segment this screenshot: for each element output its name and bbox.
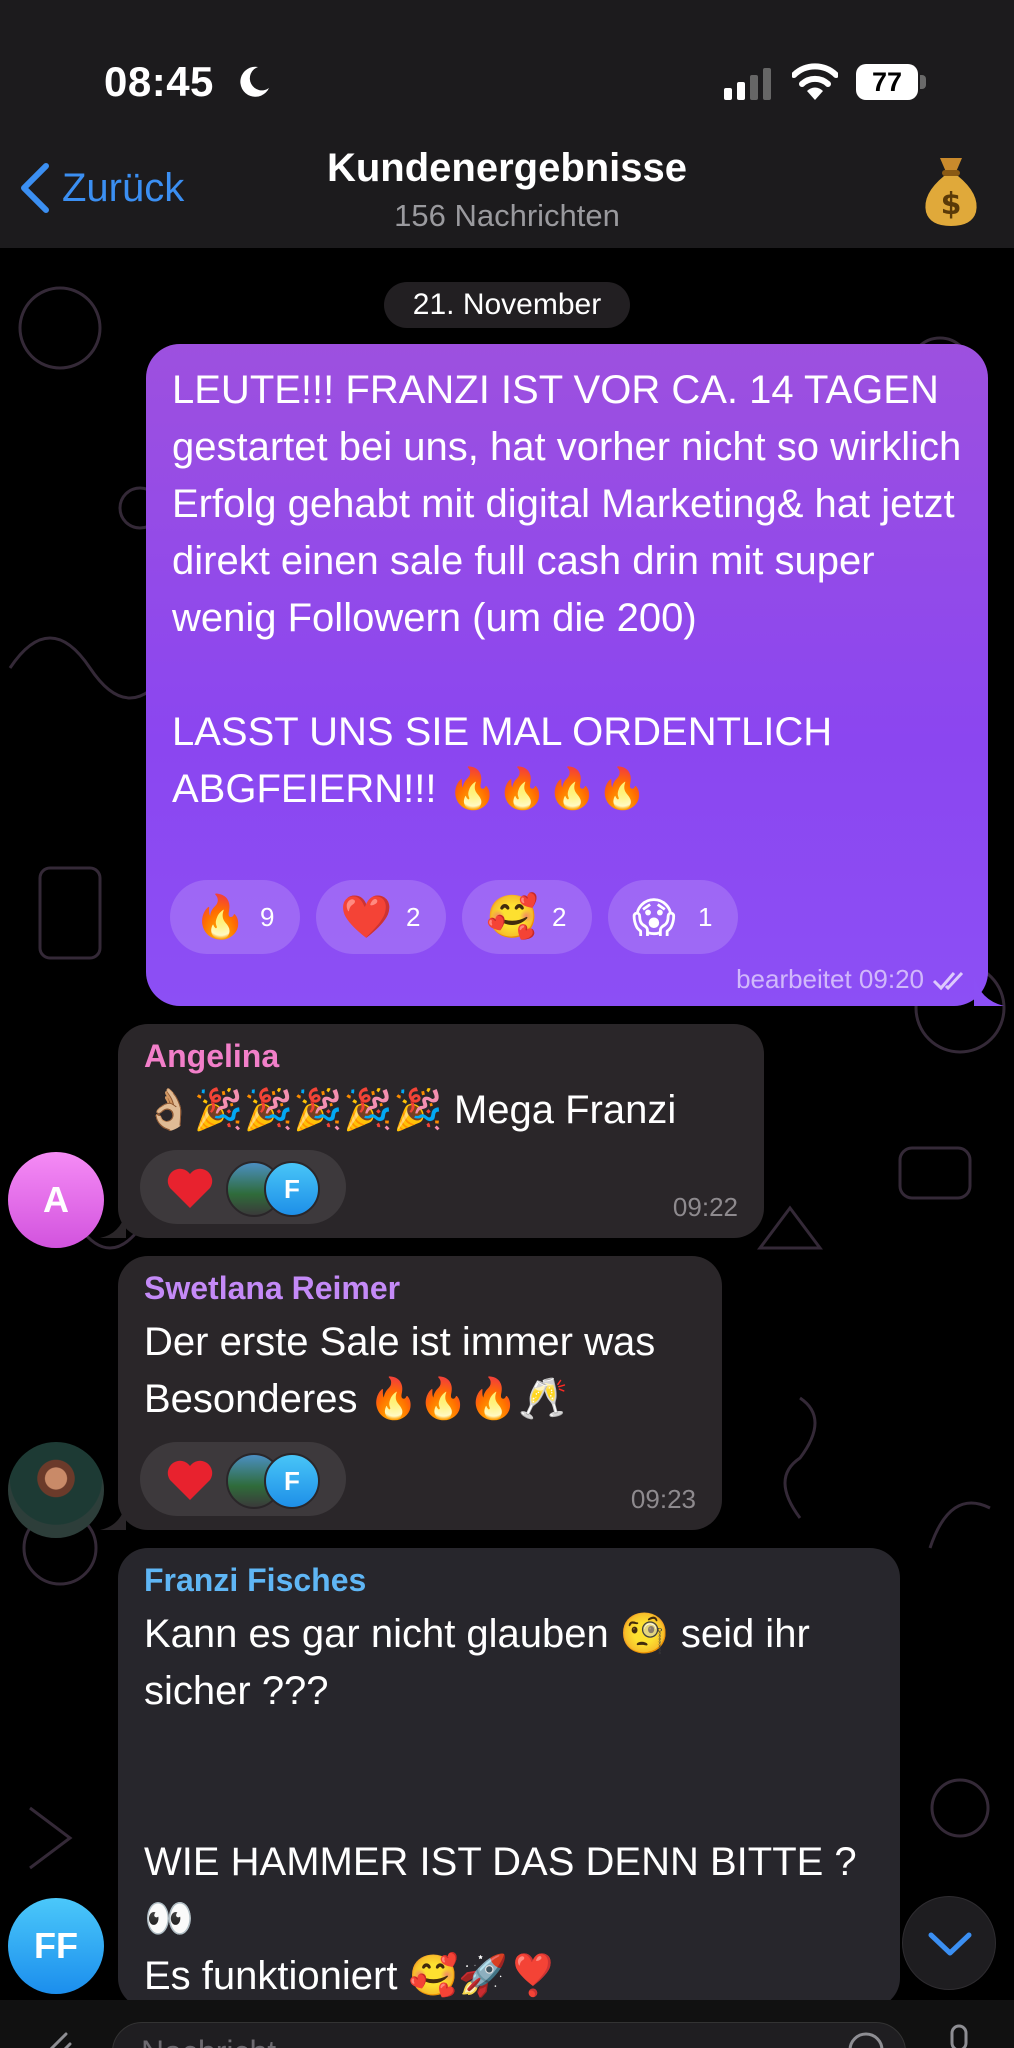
- moon-icon: [240, 66, 269, 97]
- battery-indicator: 77: [856, 64, 926, 100]
- reaction-count: 2: [406, 901, 421, 932]
- reaction-bar: 🔥 9 ❤️ 2 🥰 2 😱 1: [170, 880, 738, 954]
- sticker-icon[interactable]: [846, 2030, 886, 2048]
- fire-icon: 🔥: [194, 892, 247, 941]
- scroll-to-bottom-button[interactable]: [902, 1896, 996, 1990]
- avatar-photo[interactable]: [8, 1442, 104, 1538]
- message-meta: bearbeitet 09:20: [736, 964, 968, 995]
- message-text: 👌🏼🎉🎉🎉🎉🎉 Mega Franzi: [144, 1088, 677, 1132]
- reaction-chip[interactable]: F: [140, 1150, 346, 1224]
- reactor-avatar: F: [264, 1161, 320, 1217]
- battery-level: 77: [856, 64, 918, 100]
- reaction-count: 1: [698, 901, 713, 932]
- svg-text:$: $: [941, 187, 962, 222]
- sender-name[interactable]: Franzi Fisches: [144, 1562, 366, 1599]
- heart-icon: [167, 1460, 213, 1500]
- bubble-tail: [974, 976, 1004, 1006]
- message-count: 156 Nachrichten: [394, 198, 620, 233]
- avatar[interactable]: A: [8, 1152, 104, 1248]
- microphone-icon[interactable]: [944, 2024, 974, 2048]
- cellular-signal-icon: [724, 68, 771, 100]
- reaction-chip[interactable]: F: [140, 1442, 346, 1516]
- money-bag-icon[interactable]: $: [920, 154, 982, 228]
- outgoing-message-bubble[interactable]: LEUTE!!! FRANZI IST VOR CA. 14 TAGEN ges…: [146, 344, 988, 1006]
- chat-title[interactable]: Kundenergebnisse: [0, 146, 1014, 191]
- message-text: Kann es gar nicht glauben 🧐 seid ihr sic…: [144, 1612, 857, 1998]
- smiling-face-hearts-icon: 🥰: [486, 892, 539, 941]
- reaction-count: 2: [552, 901, 567, 932]
- date-separator: 21. November: [384, 282, 630, 328]
- bubble-tail: [100, 1504, 126, 1530]
- bubble-tail: [100, 1212, 126, 1238]
- paperclip-icon[interactable]: [36, 2024, 76, 2048]
- reaction-heart[interactable]: ❤️ 2: [316, 880, 446, 954]
- screaming-face-icon: 😱: [632, 892, 676, 942]
- sender-name[interactable]: Swetlana Reimer: [144, 1270, 400, 1307]
- status-time: 08:45: [104, 58, 214, 105]
- edited-timestamp: bearbeitet 09:20: [736, 964, 924, 994]
- heart-icon: [167, 1168, 213, 1208]
- reaction-smiling-hearts[interactable]: 🥰 2: [462, 880, 592, 954]
- wifi-icon: [792, 63, 838, 100]
- sender-name[interactable]: Angelina: [144, 1038, 279, 1075]
- incoming-message-bubble[interactable]: Franzi Fisches Kann es gar nicht glauben…: [118, 1548, 900, 2008]
- message-text: LEUTE!!! FRANZI IST VOR CA. 14 TAGEN ges…: [172, 368, 962, 811]
- message-input[interactable]: Nachricht: [112, 2022, 906, 2048]
- avatar[interactable]: FF: [8, 1898, 104, 1994]
- reaction-fire[interactable]: 🔥 9: [170, 880, 300, 954]
- reactor-avatar: F: [264, 1453, 320, 1509]
- message-text: Der erste Sale ist immer was Besonderes …: [144, 1320, 667, 1421]
- navigation-header: 08:45 77 Zurück Kundenergebnisse 156 Nac…: [0, 0, 1014, 248]
- double-check-icon: [932, 971, 964, 990]
- reaction-count: 9: [260, 901, 275, 932]
- heart-icon: ❤️: [340, 892, 393, 941]
- message-time: 09:22: [672, 1192, 738, 1222]
- incoming-message-bubble[interactable]: Angelina 👌🏼🎉🎉🎉🎉🎉 Mega Franzi F 09:22: [118, 1024, 764, 1238]
- incoming-message-bubble[interactable]: Swetlana Reimer Der erste Sale ist immer…: [118, 1256, 722, 1530]
- chevron-down-icon: [928, 1932, 972, 1956]
- message-time: 09:23: [630, 1484, 696, 1514]
- reaction-scream[interactable]: 😱 1: [608, 880, 738, 954]
- battery-tip: [920, 75, 926, 89]
